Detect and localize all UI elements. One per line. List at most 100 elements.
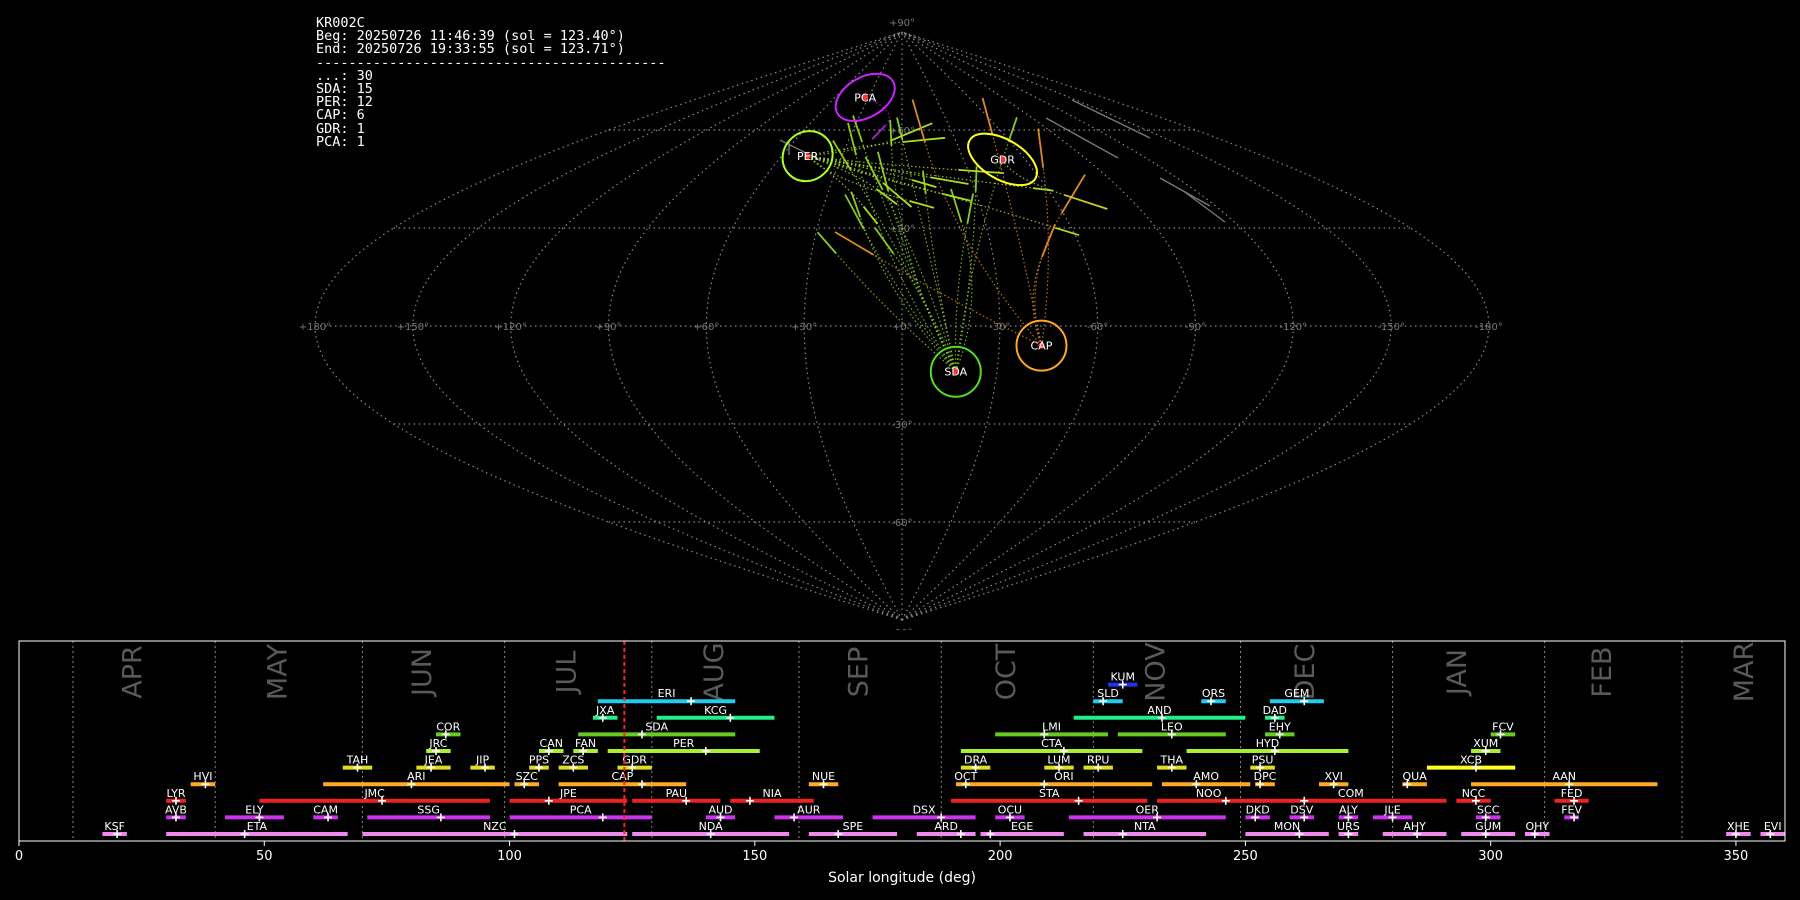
- shower-label: AUR: [797, 803, 821, 816]
- meteor-track: [958, 169, 1004, 174]
- radiant-label: SDA: [944, 366, 967, 379]
- meteor-track: [871, 124, 887, 140]
- shower-qua: QUA: [1402, 770, 1428, 789]
- shower-label: JIP: [475, 754, 489, 767]
- longitude-label: -120°: [1279, 322, 1307, 333]
- shower-xum: XUM: [1471, 737, 1501, 755]
- meteor-track: [889, 119, 893, 147]
- shower-label: NCC: [1462, 787, 1486, 800]
- shower-label: XHE: [1727, 820, 1750, 833]
- shower-label: NDA: [699, 820, 724, 833]
- shower-cor: COR: [435, 720, 461, 739]
- meteor-track: [882, 182, 913, 208]
- shower-label: SPE: [843, 820, 864, 833]
- shower-label: ETA: [247, 820, 268, 833]
- meteor-projection-line: [855, 155, 957, 373]
- shower-ssg: SSG: [367, 803, 490, 822]
- shower-label: CAP: [611, 770, 633, 783]
- meteor-track: [1008, 117, 1018, 141]
- shower-pca: PCA: [509, 803, 652, 822]
- shower-dra: DRA: [960, 754, 991, 772]
- month-label: NOV: [1140, 642, 1171, 702]
- longitude-label: -150°: [1377, 322, 1405, 333]
- shower-label: NIA: [763, 787, 782, 800]
- meteor-track: [941, 192, 971, 202]
- shower-label: FEV: [1561, 803, 1582, 816]
- shower-label: COM: [1338, 787, 1364, 800]
- shower-label: QUA: [1403, 770, 1428, 783]
- shower-sda: SDA: [578, 720, 736, 739]
- meteor-projection-line: [807, 155, 910, 202]
- shower-label: EGE: [1011, 820, 1033, 833]
- shower-ohy: OHY: [1525, 820, 1550, 838]
- shower-label: JEA: [424, 754, 443, 767]
- x-tick-label: 100: [497, 849, 522, 864]
- shower-label: LYR: [166, 787, 185, 800]
- shower-gum: GUM: [1461, 820, 1516, 838]
- shower-label: SLD: [1097, 687, 1119, 700]
- shower-bars: KSF ETA NZC NDA SPE ARD EGE NTA MON URS AHY GUM OHY X…: [102, 671, 1785, 838]
- shower-label: PER: [673, 737, 695, 750]
- shower-cta: CTA: [960, 737, 1143, 755]
- longitude-label: +90°: [595, 322, 621, 333]
- shower-cap: CAP: [558, 770, 687, 789]
- shower-sta: STA: [951, 787, 1148, 805]
- shower-can: CAN: [538, 737, 564, 755]
- shower-label: ELY: [245, 803, 264, 816]
- shower-label: AVB: [165, 803, 187, 816]
- shower-mon: MON: [1245, 820, 1329, 838]
- shower-label: DKD: [1246, 803, 1270, 816]
- shower-sld: SLD: [1093, 687, 1123, 706]
- shower-lum: LUM: [1044, 754, 1074, 772]
- shower-scc: SCC: [1475, 803, 1501, 822]
- shower-label: GEM: [1284, 687, 1309, 700]
- shower-aly: ALY: [1338, 803, 1359, 822]
- shower-label: JLE: [1383, 803, 1400, 816]
- month-label: MAR: [1729, 642, 1760, 703]
- shower-label: DPC: [1254, 770, 1277, 783]
- longitude-label: +150°: [397, 322, 429, 333]
- longitude-label: +60°: [693, 322, 719, 333]
- meteor-projection-line: [925, 194, 957, 372]
- shower-leo: LEO: [1117, 720, 1226, 739]
- shower-label: NTA: [1134, 820, 1156, 833]
- shower-per: PER: [607, 737, 760, 755]
- shower-oer: OER: [1068, 803, 1226, 822]
- shower-label: MON: [1274, 820, 1300, 833]
- shower-fan: FAN: [573, 737, 598, 755]
- shower-label: JRC: [428, 737, 447, 750]
- shower-label: XUM: [1473, 737, 1498, 750]
- shower-spe: SPE: [808, 820, 898, 838]
- shower-ori: ORI: [975, 770, 1153, 789]
- shower-label: OHY: [1525, 820, 1549, 833]
- shower-label: ZCS: [562, 754, 584, 767]
- shower-label: SDA: [645, 720, 668, 733]
- shower-tah: TAH: [342, 754, 373, 772]
- shower-label: DSV: [1290, 803, 1313, 816]
- month-label: FEB: [1587, 646, 1618, 697]
- shower-lyr: LYR: [166, 787, 186, 805]
- shower-nia: NIA: [730, 787, 814, 805]
- shower-label: NUE: [812, 770, 835, 783]
- meteor-projection-line: [807, 155, 1056, 229]
- radiant-label: PCA: [854, 91, 876, 104]
- shower-nta: NTA: [1083, 820, 1207, 838]
- latitude-label: +90°: [889, 18, 915, 29]
- sky-map: +90° +60° +30° -30° -60° -90° +180° +150° +120° +…: [299, 18, 1503, 630]
- shower-zcs: ZCS: [558, 754, 589, 772]
- shower-label: AHY: [1403, 820, 1426, 833]
- meteor-projection-line: [955, 191, 977, 372]
- month-label: JUL: [552, 651, 583, 696]
- shower-label: SZC: [516, 770, 539, 783]
- shower-dkd: DKD: [1245, 803, 1270, 822]
- shower-gdr: GDR: [617, 754, 652, 772]
- shower-nda: NDA: [632, 820, 790, 838]
- shower-label: FED: [1561, 787, 1583, 800]
- radiant-markers: PCA PER GDR CAP SDA: [781, 72, 1068, 398]
- x-axis-label: Solar longitude (deg): [828, 870, 976, 886]
- shower-label: ERI: [658, 687, 676, 700]
- x-tick-label: 50: [256, 849, 273, 864]
- meteor-track: [862, 205, 879, 225]
- shower-label: DAD: [1263, 704, 1287, 717]
- longitude-label: +30°: [791, 322, 817, 333]
